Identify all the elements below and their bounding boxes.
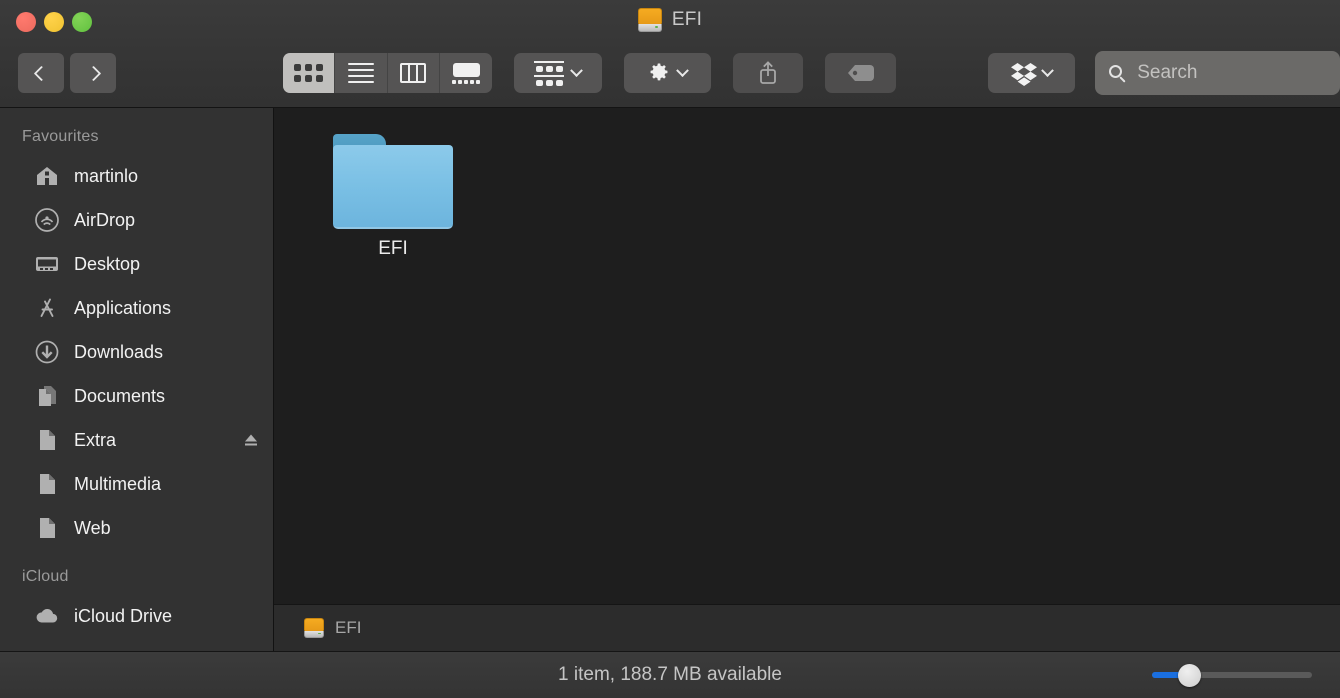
chevron-left-icon	[33, 65, 49, 81]
status-text: 1 item, 188.7 MB available	[558, 664, 782, 685]
list-view-icon	[347, 63, 374, 83]
sidebar-item-extra[interactable]: Extra	[0, 418, 273, 462]
cloud-icon	[34, 603, 60, 629]
sidebar: Favourites martinlo AirDrop Desktop Appl…	[0, 108, 274, 651]
sidebar-item-martinlo[interactable]: martinlo	[0, 154, 273, 198]
sidebar-item-downloads[interactable]: Downloads	[0, 330, 273, 374]
search-placeholder: Search	[1137, 62, 1198, 83]
applications-icon	[34, 295, 60, 321]
sidebar-item-label: martinlo	[74, 165, 139, 186]
icon-view-icon	[294, 64, 324, 82]
chevron-down-icon	[1041, 63, 1054, 77]
sidebar-section-icloud-header: iCloud	[22, 568, 69, 585]
desktop-icon	[34, 251, 60, 277]
sidebar-item-label: iCloud Drive	[74, 605, 173, 626]
gear-icon	[648, 62, 670, 84]
column-view-icon	[400, 63, 427, 83]
document-icon	[34, 471, 60, 497]
downloads-icon	[34, 339, 60, 365]
status-bar: 1 item, 188.7 MB available	[0, 651, 1340, 698]
sidebar-item-label: Multimedia	[74, 473, 162, 494]
external-drive-icon	[637, 8, 662, 32]
breadcrumb-item[interactable]: EFI	[335, 618, 361, 638]
sidebar-item-label: Extra	[74, 429, 117, 450]
view-mode-segmented-control	[283, 53, 493, 93]
group-items-icon	[534, 60, 565, 86]
sidebar-item-label: Web	[74, 517, 111, 538]
share-button[interactable]	[733, 53, 804, 93]
sidebar-item-label: Downloads	[74, 341, 164, 362]
home-icon	[34, 163, 60, 189]
finder-window: EFI Search Favourites martinlo AirDrop D…	[0, 0, 1340, 698]
window-body: Favourites martinlo AirDrop Desktop Appl…	[0, 108, 1340, 651]
forward-button[interactable]	[70, 53, 116, 93]
sidebar-item-documents[interactable]: Documents	[0, 374, 273, 418]
eject-icon[interactable]	[243, 432, 259, 448]
sidebar-item-airdrop[interactable]: AirDrop	[0, 198, 273, 242]
view-mode-list-button[interactable]	[335, 53, 388, 93]
slider-knob[interactable]	[1178, 664, 1201, 687]
document-icon	[34, 427, 60, 453]
sidebar-item-web[interactable]: Web	[0, 506, 273, 550]
folder-icon	[333, 134, 453, 229]
file-icon-grid[interactable]: EFI	[274, 108, 1340, 604]
close-button[interactable]	[16, 12, 36, 32]
share-icon	[757, 60, 779, 86]
tag-button[interactable]	[825, 53, 896, 93]
sidebar-item-multimedia[interactable]: Multimedia	[0, 462, 273, 506]
search-field[interactable]: Search	[1095, 51, 1340, 95]
window-title-text: EFI	[671, 9, 703, 30]
path-bar: EFI	[274, 604, 1340, 651]
traffic-lights	[16, 12, 92, 32]
content-area: EFI EFI	[274, 108, 1340, 651]
gallery-view-icon	[452, 62, 481, 84]
chevron-down-icon	[570, 63, 584, 77]
sidebar-section-favourites-header: Favourites	[22, 128, 99, 145]
file-item-efi[interactable]: EFI	[333, 134, 453, 260]
view-mode-column-button[interactable]	[388, 53, 440, 93]
sidebar-item-applications[interactable]: Applications	[0, 286, 273, 330]
action-menu-button[interactable]	[623, 53, 712, 93]
sidebar-item-label: Desktop	[74, 253, 141, 274]
group-button[interactable]	[514, 53, 602, 93]
navigation-buttons	[18, 53, 116, 93]
sidebar-item-label: Documents	[74, 385, 166, 406]
title-bar: EFI Search	[0, 0, 1340, 108]
search-icon	[1109, 64, 1126, 83]
toolbar: Search	[0, 48, 1340, 98]
document-icon	[34, 515, 60, 541]
minimize-button[interactable]	[44, 12, 64, 32]
airdrop-icon	[34, 207, 60, 233]
view-mode-gallery-button[interactable]	[440, 53, 492, 93]
sidebar-item-desktop[interactable]: Desktop	[0, 242, 273, 286]
dropbox-button[interactable]	[987, 53, 1076, 93]
sidebar-item-label: Applications	[74, 297, 172, 318]
tag-icon	[847, 64, 875, 82]
window-title: EFI	[0, 8, 1340, 32]
dropbox-icon	[1011, 62, 1038, 86]
sidebar-item-label: AirDrop	[74, 209, 136, 230]
file-item-label: EFI	[378, 238, 408, 259]
sidebar-item-icloud-drive[interactable]: iCloud Drive	[0, 594, 273, 638]
view-mode-icon-button[interactable]	[283, 53, 336, 93]
documents-icon	[34, 383, 60, 409]
chevron-down-icon	[675, 63, 689, 77]
zoom-button[interactable]	[72, 12, 92, 32]
external-drive-icon	[304, 618, 324, 638]
back-button[interactable]	[18, 53, 64, 93]
zoom-slider[interactable]	[1152, 664, 1312, 687]
chevron-right-icon	[85, 65, 101, 81]
